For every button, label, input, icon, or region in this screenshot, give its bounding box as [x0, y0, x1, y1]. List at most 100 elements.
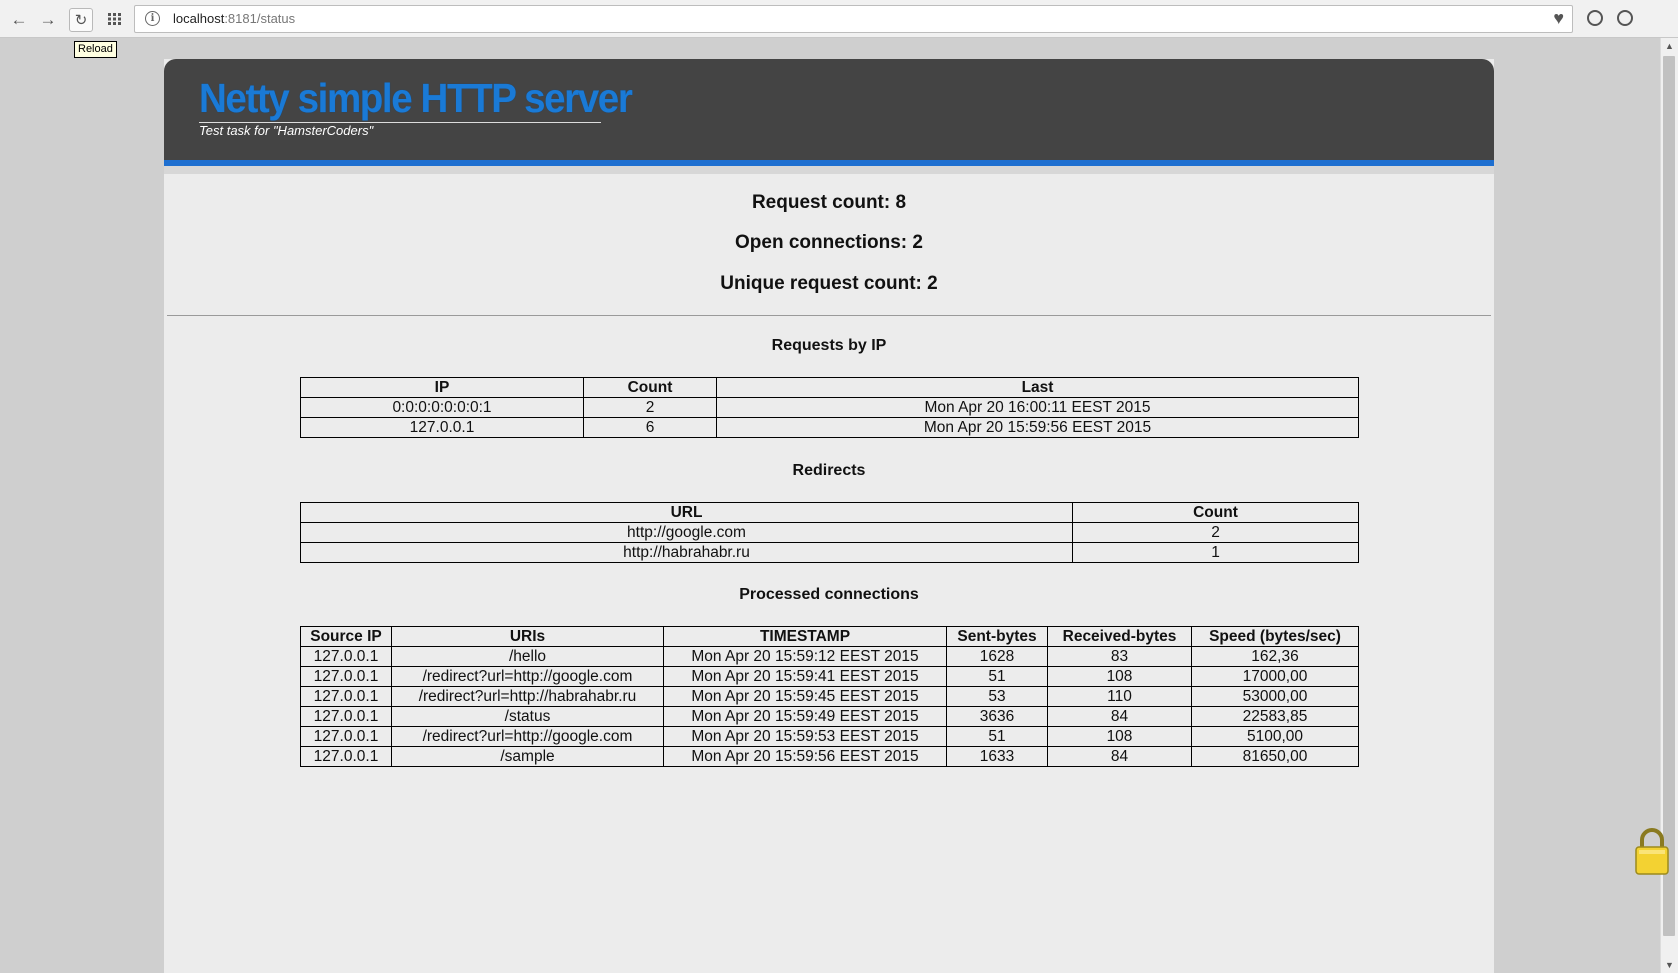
table-row: 0:0:0:0:0:0:0:1 2 Mon Apr 20 16:00:11 EE…	[300, 397, 1359, 418]
received-bytes-cell: 84	[1047, 746, 1192, 767]
timestamp-cell: Mon Apr 20 15:59:45 EEST 2015	[663, 686, 947, 707]
column-header: IP	[300, 377, 584, 398]
speed-cell: 17000,00	[1191, 666, 1359, 687]
sent-bytes-cell: 51	[946, 726, 1048, 747]
received-bytes-cell: 108	[1047, 666, 1192, 687]
sent-bytes-cell: 1628	[946, 646, 1048, 667]
ip-cell: 0:0:0:0:0:0:0:1	[300, 397, 584, 418]
table-row: 127.0.0.1 /sample Mon Apr 20 15:59:56 EE…	[300, 746, 1359, 767]
speed-cell: 5100,00	[1191, 726, 1359, 747]
uri-cell: /redirect?url=http://google.com	[391, 666, 664, 687]
source-ip-cell: 127.0.0.1	[300, 686, 392, 707]
download-icon[interactable]	[1587, 10, 1603, 26]
ip-cell: 127.0.0.1	[300, 417, 584, 438]
page-content: Netty simple HTTP server Test task for "…	[164, 59, 1494, 973]
requests-by-ip-title: Requests by IP	[771, 337, 887, 354]
table-header-row: IP Count Last	[300, 377, 1359, 398]
sent-bytes-cell: 1633	[946, 746, 1048, 767]
uri-cell: /sample	[391, 746, 664, 767]
last-cell: Mon Apr 20 15:59:56 EEST 2015	[716, 417, 1359, 438]
header-stripe	[164, 166, 1494, 174]
table-row: 127.0.0.1 /status Mon Apr 20 15:59:49 EE…	[300, 706, 1359, 727]
received-bytes-cell: 83	[1047, 646, 1192, 667]
requests-by-ip-table: IP Count Last 0:0:0:0:0:0:0:1 2 Mon Apr …	[300, 377, 1359, 438]
count-cell: 2	[583, 397, 717, 418]
processed-connections-title: Processed connections	[739, 586, 919, 603]
table-header-row: URL Count	[300, 502, 1359, 523]
scrollbar-thumb[interactable]	[1663, 56, 1675, 936]
timestamp-cell: Mon Apr 20 15:59:12 EEST 2015	[663, 646, 947, 667]
column-header: Last	[716, 377, 1359, 398]
column-header: TIMESTAMP	[663, 626, 947, 647]
speed-cell: 53000,00	[1191, 686, 1359, 707]
uri-cell: /status	[391, 706, 664, 727]
url-cell: http://google.com	[300, 522, 1073, 543]
column-header: Received-bytes	[1047, 626, 1192, 647]
unique-request-count: Unique request count: 2	[720, 273, 938, 294]
timestamp-cell: Mon Apr 20 15:59:49 EEST 2015	[663, 706, 947, 727]
sent-bytes-cell: 3636	[946, 706, 1048, 727]
site-subtitle: Test task for "HamsterCoders"	[199, 123, 374, 138]
column-header: URIs	[391, 626, 664, 647]
table-row: 127.0.0.1 /hello Mon Apr 20 15:59:12 EES…	[300, 646, 1359, 667]
count-cell: 6	[583, 417, 717, 438]
scroll-down-icon[interactable]: ▼	[1661, 957, 1678, 973]
column-header: Source IP	[300, 626, 392, 647]
scroll-up-icon[interactable]: ▲	[1661, 38, 1678, 54]
table-row: http://habrahabr.ru 1	[300, 542, 1359, 563]
request-count: Request count: 8	[751, 192, 907, 213]
apps-grid-icon[interactable]	[104, 8, 126, 30]
processed-connections-table: Source IP URIs TIMESTAMP Sent-bytes Rece…	[300, 626, 1359, 767]
last-cell: Mon Apr 20 16:00:11 EEST 2015	[716, 397, 1359, 418]
open-connections: Open connections: 2	[735, 232, 923, 253]
speed-cell: 162,36	[1191, 646, 1359, 667]
sent-bytes-cell: 53	[946, 686, 1048, 707]
reload-icon: ↻	[74, 11, 88, 29]
source-ip-cell: 127.0.0.1	[300, 746, 392, 767]
source-ip-cell: 127.0.0.1	[300, 646, 392, 667]
count-cell: 2	[1072, 522, 1359, 543]
source-ip-cell: 127.0.0.1	[300, 726, 392, 747]
browser-toolbar: ← → ↻ i localhost:8181/status ♥	[0, 0, 1678, 38]
table-row: 127.0.0.1 /redirect?url=http://habrahabr…	[300, 686, 1359, 707]
reload-button[interactable]: ↻	[69, 8, 93, 32]
forward-arrow-icon[interactable]: →	[37, 8, 59, 30]
sent-bytes-cell: 51	[946, 666, 1048, 687]
column-header: Sent-bytes	[946, 626, 1048, 647]
site-info-icon[interactable]: i	[145, 11, 160, 26]
column-header: Count	[1072, 502, 1359, 523]
source-ip-cell: 127.0.0.1	[300, 706, 392, 727]
url-cell: http://habrahabr.ru	[300, 542, 1073, 563]
table-row: 127.0.0.1 6 Mon Apr 20 15:59:56 EEST 201…	[300, 417, 1359, 438]
redirects-table: URL Count http://google.com 2 http://hab…	[300, 502, 1359, 563]
timestamp-cell: Mon Apr 20 15:59:56 EEST 2015	[663, 746, 947, 767]
timestamp-cell: Mon Apr 20 15:59:41 EEST 2015	[663, 666, 947, 687]
table-header-row: Source IP URIs TIMESTAMP Sent-bytes Rece…	[300, 626, 1359, 647]
uri-cell: /hello	[391, 646, 664, 667]
site-header: Netty simple HTTP server Test task for "…	[164, 59, 1494, 166]
count-cell: 1	[1072, 542, 1359, 563]
section-divider	[167, 315, 1491, 316]
uri-cell: /redirect?url=http://habrahabr.ru	[391, 686, 664, 707]
padlock-icon[interactable]	[1634, 826, 1670, 881]
received-bytes-cell: 108	[1047, 726, 1192, 747]
address-bar[interactable]: i localhost:8181/status ♥	[134, 5, 1573, 33]
table-row: http://google.com 2	[300, 522, 1359, 543]
column-header: Count	[583, 377, 717, 398]
speed-cell: 22583,85	[1191, 706, 1359, 727]
profile-icon[interactable]	[1617, 10, 1633, 26]
uri-cell: /redirect?url=http://google.com	[391, 726, 664, 747]
received-bytes-cell: 84	[1047, 706, 1192, 727]
timestamp-cell: Mon Apr 20 15:59:53 EEST 2015	[663, 726, 947, 747]
site-title: Netty simple HTTP server	[199, 75, 633, 121]
heart-icon[interactable]: ♥	[1553, 8, 1564, 29]
table-row: 127.0.0.1 /redirect?url=http://google.co…	[300, 726, 1359, 747]
received-bytes-cell: 110	[1047, 686, 1192, 707]
source-ip-cell: 127.0.0.1	[300, 666, 392, 687]
table-row: 127.0.0.1 /redirect?url=http://google.co…	[300, 666, 1359, 687]
url-text[interactable]: localhost:8181/status	[173, 11, 295, 26]
redirects-title: Redirects	[792, 462, 866, 479]
reload-tooltip: Reload	[74, 41, 117, 58]
back-arrow-icon[interactable]: ←	[8, 8, 30, 30]
column-header: URL	[300, 502, 1073, 523]
